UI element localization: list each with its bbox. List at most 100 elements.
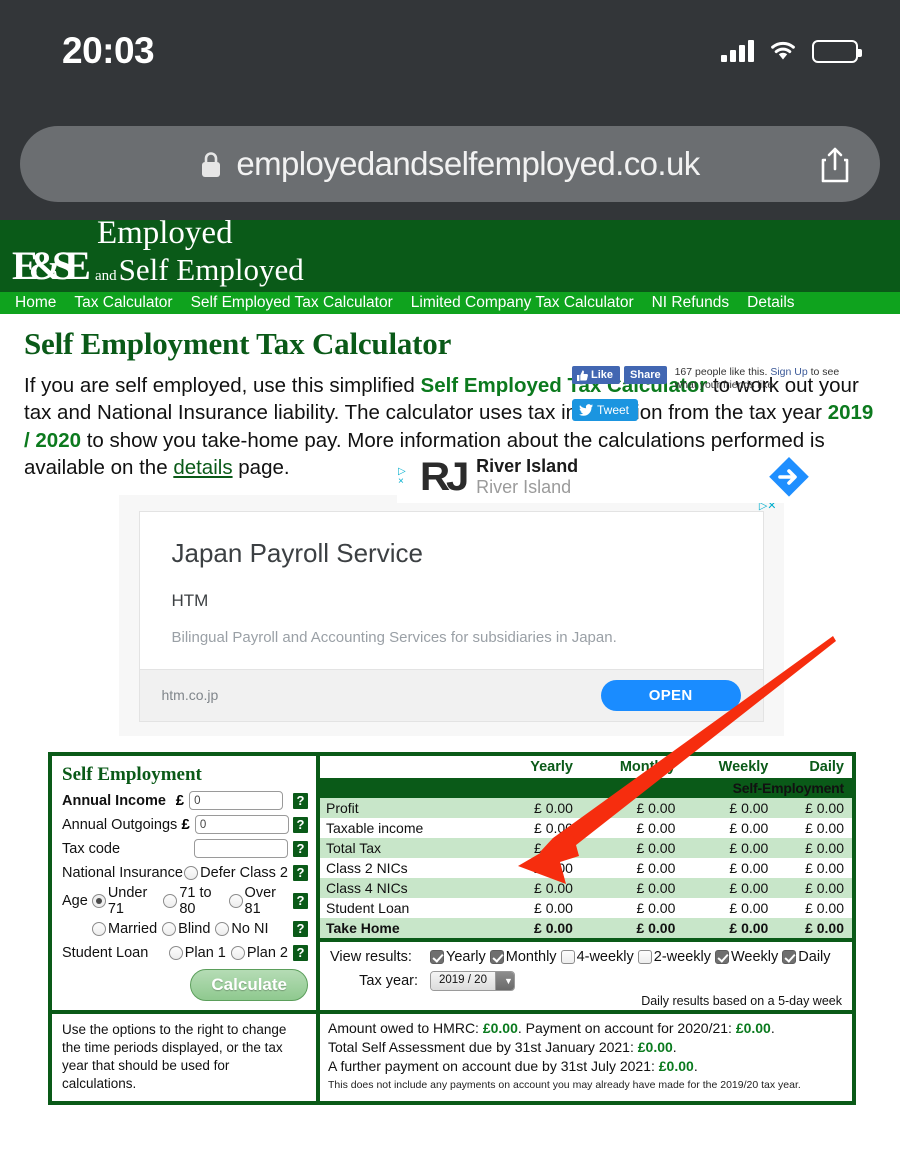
nav-item-details[interactable]: Details <box>738 294 803 312</box>
blind-checkbox[interactable] <box>162 921 177 936</box>
checkbox-daily[interactable] <box>782 949 797 964</box>
help-icon-annual-outgoings[interactable]: ? <box>293 816 308 833</box>
age-option-71-to-80[interactable]: 71 to 80 <box>163 885 223 917</box>
facebook-like-count-note: 167 people like this. Sign Up to see wha… <box>675 366 855 392</box>
blind-option[interactable]: Blind <box>162 921 210 937</box>
view-option-monthly[interactable]: Monthly <box>489 948 557 965</box>
nav-item-self-employed-tax-calculator[interactable]: Self Employed Tax Calculator <box>182 294 402 312</box>
view-option-2-weekly[interactable]: 2-weekly <box>637 949 711 965</box>
defer-class-2-checkbox[interactable] <box>184 865 199 880</box>
class-4-nics-monthly: £ 0.00 <box>580 877 684 898</box>
view-option-4-weekly[interactable]: 4-weekly <box>560 949 634 965</box>
calculate-button[interactable]: Calculate <box>190 968 308 1001</box>
plan-1-option[interactable]: Plan 1 <box>168 945 226 961</box>
adchoices-icon[interactable]: ▷ × <box>398 467 410 487</box>
plan-2-option[interactable]: Plan 2 <box>230 945 288 961</box>
daily-results-note: Daily results based on a 5-day week <box>641 993 842 1008</box>
view-results-label: View results: <box>330 948 412 965</box>
age-radio-under-71[interactable] <box>91 893 106 908</box>
age-option-under-71[interactable]: Under 71 <box>91 884 159 917</box>
tax-year-label: Tax year: <box>359 972 418 989</box>
hmrc-line-1-text-a: Amount owed to HMRC: <box>328 1019 483 1036</box>
table-row: Student Loan £ 0.00 £ 0.00 £ 0.00 £ 0.00 <box>320 898 852 918</box>
results-header-daily: Daily <box>776 755 852 778</box>
checkbox-yearly[interactable] <box>430 949 444 964</box>
view-option-weekly[interactable]: Weekly <box>715 949 778 965</box>
take-home-daily: £ 0.00 <box>776 917 852 938</box>
no-ni-checkbox[interactable] <box>215 921 230 936</box>
facebook-signup-link[interactable]: Sign Up <box>770 366 807 378</box>
class-4-nics-yearly: £ 0.00 <box>499 877 581 898</box>
share-icon[interactable] <box>820 146 850 184</box>
age-option-over-81[interactable]: Over 81 <box>228 885 288 917</box>
results-table: Yearly Monthly Weekly Daily Self-Employm… <box>320 755 852 938</box>
view-option-daily[interactable]: Daily <box>782 949 831 965</box>
checkbox-monthly[interactable] <box>489 949 504 964</box>
hmrc-line-3-text-a: A further payment on account due by 31st… <box>328 1058 659 1075</box>
plan-1-checkbox[interactable] <box>168 945 183 960</box>
help-icon-national-insurance[interactable]: ? <box>293 864 308 881</box>
age-option-label-1: 71 to 80 <box>179 884 212 917</box>
logo-word-employed: Employed <box>96 214 233 251</box>
age-radio-71-to-80[interactable] <box>163 893 178 908</box>
help-icon-tax-code[interactable]: ? <box>293 840 308 857</box>
student-loan-daily: £ 0.00 <box>805 899 844 916</box>
browser-chrome: 20:03 employedandselfemployed.co.uk <box>0 0 900 220</box>
plan-2-checkbox[interactable] <box>230 945 245 960</box>
annual-outgoings-input[interactable] <box>194 815 289 835</box>
results-table-body: Self-Employment Profit £ 0.00 £ 0.00 £ 0… <box>320 777 852 938</box>
calculator-top-row: Self Employment Annual Income £ ? Annual… <box>52 755 852 1010</box>
no-ni-option[interactable]: No NI <box>215 921 268 937</box>
hmrc-further-payment: £0.00 <box>658 1058 694 1075</box>
arrow-right-diamond-icon[interactable] <box>767 455 811 499</box>
url-bar[interactable]: employedandselfemployed.co.uk <box>20 126 880 202</box>
student-loan-row: Student Loan Plan 1 Plan 2 ? <box>62 941 308 965</box>
hmrc-disclaimer: This does not include any payments on ac… <box>328 1078 801 1091</box>
hmrc-line-2: Total Self Assessment due by 31st Januar… <box>328 1038 844 1057</box>
nav-item-tax-calculator[interactable]: Tax Calculator <box>65 294 181 312</box>
row-label-student-loan: Student Loan <box>326 899 410 916</box>
checkbox-weekly[interactable] <box>715 949 729 964</box>
married-option[interactable]: Married <box>92 921 157 937</box>
defer-class-2-option[interactable]: Defer Class 2 <box>184 865 288 881</box>
ad-card[interactable]: Japan Payroll Service HTM Bilingual Payr… <box>138 511 764 722</box>
hmrc-line-1-text-b: . Payment on account for 2020/21: <box>517 1019 736 1036</box>
annual-outgoings-row: Annual Outgoings £ ? <box>62 813 308 837</box>
hmrc-line-3: A further payment on account due by 31st… <box>328 1057 844 1076</box>
class-4-nics-weekly: £ 0.00 <box>683 877 777 898</box>
banner-ad[interactable]: ▷ × RJ River Island River Island <box>397 451 825 503</box>
ad-card-footer: htm.co.jp OPEN <box>139 668 763 721</box>
view-option-label-1: Monthly <box>505 948 557 965</box>
nav-item-ni-refunds[interactable]: NI Refunds <box>643 294 739 312</box>
site-logo[interactable]: E&SE Employed andSelf Employed <box>12 216 304 286</box>
tax-year-select[interactable]: 2019 / 20 ▼ <box>430 970 515 991</box>
checkbox-4-weekly[interactable] <box>560 949 575 964</box>
tax-code-input[interactable] <box>194 839 288 859</box>
view-option-yearly[interactable]: Yearly <box>430 949 486 965</box>
tax-code-row: Tax code ? <box>62 837 308 861</box>
help-icon-annual-income[interactable]: ? <box>293 792 308 809</box>
facebook-share-button[interactable]: Share <box>624 366 667 385</box>
facebook-like-button[interactable]: Like <box>572 366 621 385</box>
twitter-tweet-button[interactable]: Tweet <box>572 399 639 422</box>
results-header-monthly: Monthly <box>580 755 684 778</box>
age-radio-over-81[interactable] <box>228 893 243 908</box>
help-icon-status[interactable]: ? <box>293 920 308 937</box>
annual-income-row: Annual Income £ ? <box>62 789 308 813</box>
details-link[interactable]: details <box>173 456 232 479</box>
view-option-label-0: Yearly <box>446 948 486 965</box>
nav-item-home[interactable]: Home <box>6 294 65 312</box>
hmrc-line-3-text-b: . <box>693 1058 698 1075</box>
annual-income-input[interactable] <box>189 791 284 811</box>
ad-open-button[interactable]: OPEN <box>600 679 741 711</box>
help-icon-student-loan[interactable]: ? <box>293 944 308 961</box>
age-option-label-0: Under 71 <box>107 884 148 917</box>
take-home-yearly: £ 0.00 <box>499 917 581 938</box>
married-checkbox[interactable] <box>92 921 106 936</box>
nav-item-limited-company-tax-calculator[interactable]: Limited Company Tax Calculator <box>402 294 643 312</box>
chevron-down-icon[interactable]: ▼ <box>494 971 514 990</box>
view-results-row: View results: Yearly Monthly 4-weekly 2-… <box>330 949 842 965</box>
help-icon-age[interactable]: ? <box>293 892 308 909</box>
checkbox-2-weekly[interactable] <box>637 949 652 964</box>
tax-year-value: 2019 / 20 <box>431 971 495 990</box>
